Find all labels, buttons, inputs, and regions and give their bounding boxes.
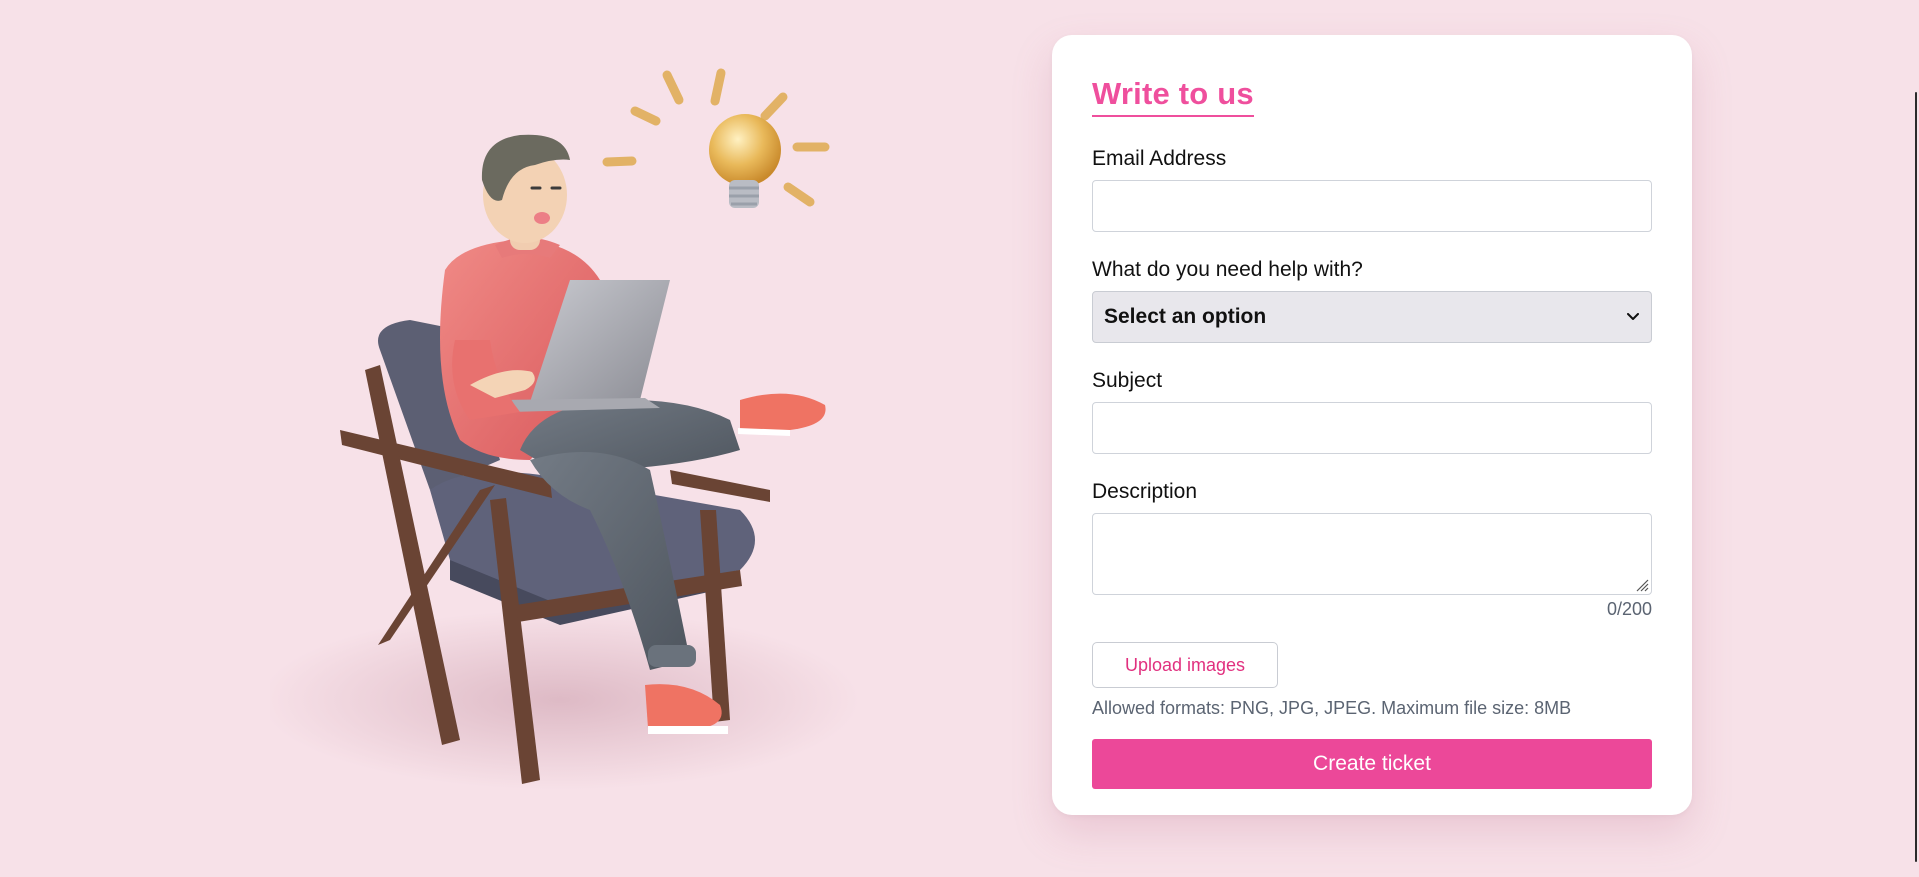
chevron-down-icon bbox=[1626, 310, 1640, 324]
subject-label: Subject bbox=[1092, 369, 1163, 393]
form-title: Write to us bbox=[1092, 75, 1254, 118]
resize-handle-icon[interactable] bbox=[1635, 578, 1649, 592]
scrollbar-thumb[interactable] bbox=[1915, 92, 1917, 862]
email-label: Email Address bbox=[1092, 147, 1227, 171]
email-field[interactable] bbox=[1092, 180, 1652, 233]
description-char-counter: 0/200 bbox=[1606, 599, 1652, 620]
support-form-card: Write to us Email Address What do you ne… bbox=[1052, 35, 1692, 815]
hero-illustration bbox=[270, 40, 950, 820]
create-ticket-button[interactable]: Create ticket bbox=[1092, 739, 1652, 790]
description-textarea[interactable] bbox=[1092, 513, 1652, 596]
light-bulb-icon bbox=[709, 114, 781, 208]
description-label: Description bbox=[1092, 480, 1198, 504]
upload-format-hint: Allowed formats: PNG, JPG, JPEG. Maximum… bbox=[1092, 698, 1572, 719]
upload-images-button[interactable]: Upload images bbox=[1092, 642, 1278, 689]
help-topic-select[interactable]: Select an option bbox=[1092, 291, 1652, 344]
help-topic-label: What do you need help with? bbox=[1092, 258, 1363, 282]
help-topic-selected-value: Select an option bbox=[1104, 305, 1267, 329]
subject-field[interactable] bbox=[1092, 402, 1652, 455]
page-scrollbar[interactable] bbox=[1913, 0, 1919, 877]
